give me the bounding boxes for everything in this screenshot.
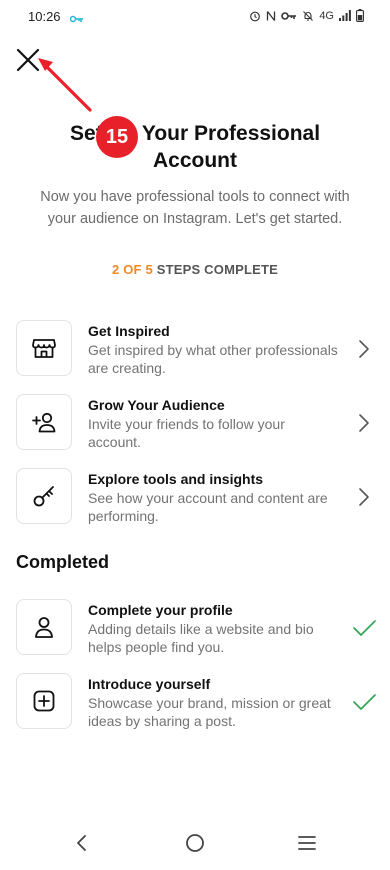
progress-indicator: 2 OF 5 STEPS COMPLETE bbox=[0, 262, 390, 277]
key-icon bbox=[281, 11, 297, 21]
step-explore-tools[interactable]: Explore tools and insights See how your … bbox=[16, 468, 376, 526]
home-icon bbox=[186, 834, 204, 852]
progress-label: STEPS COMPLETE bbox=[156, 262, 278, 277]
mute-icon bbox=[302, 10, 314, 22]
step-title: Explore tools and insights bbox=[88, 471, 264, 487]
step-title: Complete your profile bbox=[88, 602, 233, 618]
add-user-icon bbox=[32, 412, 56, 433]
status-bar: 10:26 4G bbox=[0, 0, 390, 34]
check-icon bbox=[353, 694, 376, 710]
step-grow-audience[interactable]: Grow Your Audience Invite your friends t… bbox=[16, 394, 376, 452]
step-icon-box bbox=[16, 394, 72, 450]
close-button[interactable] bbox=[14, 46, 42, 74]
user-icon bbox=[35, 617, 53, 638]
step-description: Showcase your brand, mission or great id… bbox=[88, 695, 331, 729]
shop-icon bbox=[32, 339, 56, 358]
page-title: Set Up Your Professional Account bbox=[69, 122, 321, 172]
step-icon-box bbox=[16, 468, 72, 524]
step-title: Grow Your Audience bbox=[88, 397, 225, 413]
alarm-icon bbox=[249, 10, 261, 22]
check-icon bbox=[353, 620, 376, 636]
add-post-icon bbox=[33, 690, 55, 712]
step-get-inspired[interactable]: Get Inspired Get inspired by what other … bbox=[16, 320, 376, 378]
status-icons: 4G bbox=[249, 9, 364, 22]
page-subtitle: Now you have professional tools to conne… bbox=[40, 189, 350, 227]
chevron-right-icon bbox=[359, 340, 369, 358]
nfc-icon bbox=[266, 10, 276, 22]
status-time: 10:26 bbox=[28, 9, 61, 24]
menu-icon bbox=[298, 836, 316, 850]
chevron-right-icon bbox=[359, 414, 369, 432]
step-description: Get inspired by what other professionals… bbox=[88, 342, 338, 376]
step-title: Introduce yourself bbox=[88, 676, 211, 692]
step-complete-profile[interactable]: Complete your profile Adding details lik… bbox=[16, 599, 376, 657]
completed-heading: Completed bbox=[16, 552, 110, 572]
recents-button[interactable] bbox=[292, 828, 322, 858]
key-icon bbox=[33, 486, 54, 507]
chevron-right-icon bbox=[359, 488, 369, 506]
step-title: Get Inspired bbox=[88, 323, 170, 339]
annotation-badge: 15 bbox=[96, 116, 138, 158]
back-button[interactable] bbox=[67, 828, 97, 858]
signal-icon bbox=[339, 10, 351, 21]
system-nav-bar bbox=[0, 818, 390, 870]
home-button[interactable] bbox=[180, 828, 210, 858]
step-introduce-yourself[interactable]: Introduce yourself Showcase your brand, … bbox=[16, 673, 376, 731]
step-description: Invite your friends to follow your accou… bbox=[88, 416, 285, 450]
network-label: 4G bbox=[319, 9, 334, 22]
step-icon-box bbox=[16, 320, 72, 376]
step-icon-box bbox=[16, 673, 72, 729]
battery-icon bbox=[356, 9, 364, 22]
step-description: See how your account and content are per… bbox=[88, 490, 328, 524]
back-icon bbox=[77, 835, 86, 851]
step-icon-box bbox=[16, 599, 72, 655]
progress-count: 2 OF 5 bbox=[111, 262, 153, 277]
step-description: Adding details like a website and bio he… bbox=[88, 621, 314, 655]
vpn-key-icon bbox=[69, 10, 84, 28]
close-icon bbox=[16, 48, 40, 72]
